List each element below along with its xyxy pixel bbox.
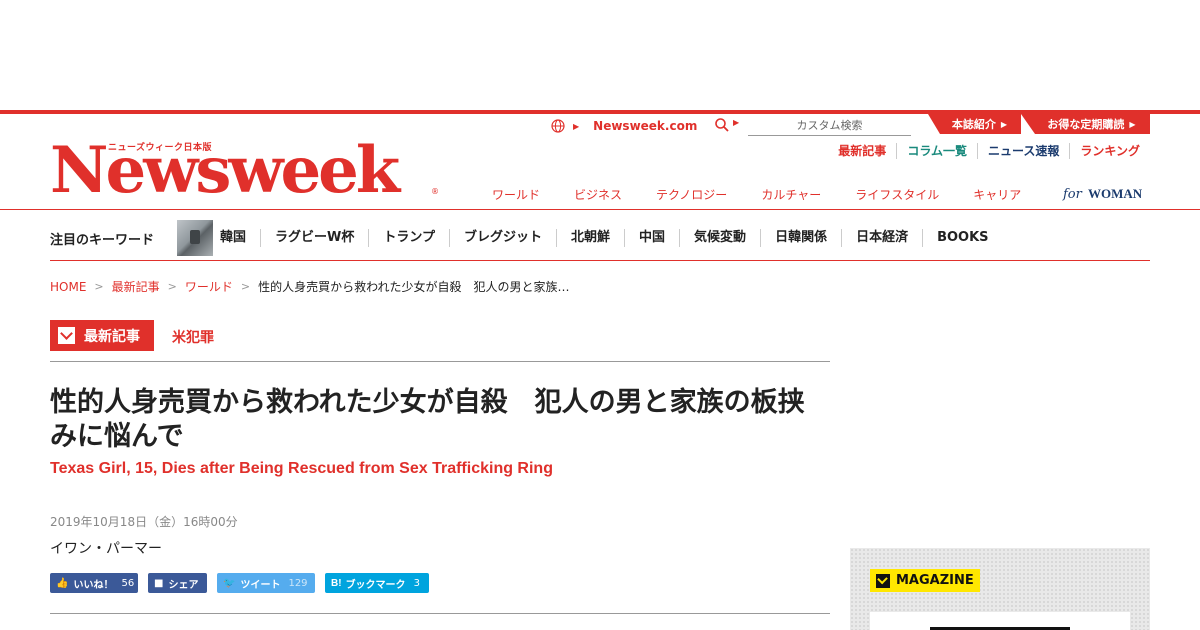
columns-link[interactable]: コラム一覧 — [896, 143, 977, 159]
tweet-button[interactable]: 🐦 ツイート 129 — [217, 573, 315, 593]
hatena-bookmark-button[interactable]: B! ブックマーク 3 — [325, 573, 429, 593]
article-headline: 性的人身売買から救われた少女が自殺 犯人の男と家族の板挟みに悩んで — [50, 387, 805, 452]
subscription-tab[interactable]: お得な定期購読 ▶ — [1021, 114, 1150, 134]
keyword-item[interactable]: 日本経済 — [842, 229, 924, 247]
category-culture[interactable]: カルチャー — [761, 186, 821, 203]
article-subtitle: Texas Girl, 15, Dies after Being Rescued… — [50, 460, 553, 477]
magazine-widget: MAGAZINE — [850, 548, 1150, 630]
magazine-label: MAGAZINE — [896, 573, 974, 588]
for-woman-link[interactable]: for WOMAN — [1063, 186, 1142, 202]
about-magazine-tab[interactable]: 本誌紹介 ▶ — [928, 114, 1021, 134]
breaking-news-link[interactable]: ニュース速報 — [976, 143, 1069, 159]
newsweek-com-label: Newsweek.com — [593, 119, 698, 133]
twitter-icon: 🐦 — [223, 577, 236, 589]
category-lifestyle[interactable]: ライフスタイル — [855, 186, 939, 203]
top-red-line — [0, 110, 1200, 114]
caret-right-icon: ▶ — [1000, 119, 1008, 129]
keyword-title: 注目のキーワード — [50, 232, 155, 248]
facebook-icon: ■ — [154, 577, 164, 589]
category-nav: ワールド ビジネス テクノロジー カルチャー ライフスタイル キャリア — [475, 186, 1038, 203]
about-magazine-label: 本誌紹介 — [951, 118, 996, 131]
breadcrumb: HOME > 最新記事 > ワールド > 性的人身売買から救われた少女が自殺 犯… — [50, 278, 570, 295]
magazine-cover[interactable] — [870, 612, 1130, 630]
keyword-thumbnail[interactable] — [177, 220, 214, 256]
article-share-divider — [50, 613, 830, 614]
search-input[interactable] — [748, 116, 911, 136]
keyword-item[interactable]: BOOKS — [923, 229, 1002, 247]
magazine-label-box[interactable]: MAGAZINE — [870, 569, 980, 592]
caret-right-icon: ▶ — [573, 121, 580, 131]
category-world[interactable]: ワールド — [492, 186, 540, 203]
facebook-share-button[interactable]: ■ シェア — [148, 573, 207, 593]
chevron-right-icon: > — [240, 280, 251, 293]
keyword-item[interactable]: 中国 — [625, 229, 681, 247]
article-author[interactable]: イワン・パーマー — [50, 538, 162, 558]
like-label: いいね！ — [73, 579, 114, 591]
facebook-like-button[interactable]: 👍 いいね！ 56 — [50, 573, 138, 593]
bookmark-count: 3 — [413, 577, 420, 589]
category-badge[interactable]: 最新記事 — [50, 320, 154, 351]
keyword-item[interactable]: トランプ — [369, 229, 450, 247]
ad-space — [0, 0, 1200, 110]
thumbs-up-icon: 👍 — [56, 577, 69, 589]
for-woman-for: for — [1063, 187, 1082, 202]
check-icon — [58, 327, 75, 344]
caret-right-icon: ▶ — [1129, 119, 1136, 129]
facebook-share-label: シェア — [168, 579, 199, 591]
category-technology[interactable]: テクノロジー — [656, 186, 727, 203]
keyword-bar: 注目のキーワード 韓国 ラグビーW杯 トランプ ブレグジット 北朝鮮 中国 気候… — [50, 216, 1150, 260]
subscription-label: お得な定期購読 — [1047, 118, 1125, 131]
keyword-item[interactable]: ラグビーW杯 — [261, 229, 370, 247]
search-icon[interactable] — [714, 117, 730, 133]
bookmark-label: ブックマーク — [345, 579, 406, 591]
chevron-right-icon: > — [167, 280, 177, 293]
for-woman-word: WOMAN — [1088, 186, 1143, 201]
keyword-item[interactable]: ブレグジット — [450, 229, 558, 247]
breadcrumb-latest[interactable]: 最新記事 — [112, 278, 160, 295]
tweet-count: 129 — [288, 577, 308, 589]
check-icon — [876, 573, 890, 588]
header-sublinks: 最新記事 コラム一覧 ニュース速報 ランキング — [828, 143, 1150, 159]
latest-articles-link[interactable]: 最新記事 — [828, 143, 896, 159]
category-career[interactable]: キャリア — [973, 186, 1021, 203]
ranking-link[interactable]: ランキング — [1069, 143, 1150, 159]
category-business[interactable]: ビジネス — [574, 186, 622, 203]
keyword-divider — [50, 260, 1150, 261]
like-count: 56 — [121, 577, 135, 589]
logo-registered: ® — [431, 187, 439, 196]
category-badge-label: 最新記事 — [84, 328, 140, 345]
article-date: 2019年10月18日（金）16時00分 — [50, 515, 238, 529]
keyword-item[interactable]: 北朝鮮 — [557, 229, 626, 247]
keyword-item[interactable]: 日韓関係 — [761, 229, 843, 247]
logo-wordmark: Newsweek — [50, 133, 400, 208]
chevron-right-icon: > — [94, 280, 104, 293]
keyword-item[interactable]: 気候変動 — [680, 229, 762, 247]
globe-icon — [551, 119, 565, 133]
caret-right-icon: ▶ — [733, 118, 740, 127]
newsweek-logo[interactable]: ニューズウィーク日本版 Newsweek ® — [50, 133, 439, 208]
breadcrumb-current: 性的人身売買から救われた少女が自殺 犯人の男と家族… — [258, 280, 570, 294]
hatena-icon: B! — [331, 577, 342, 589]
article-top-divider — [50, 361, 830, 362]
newsweek-com-link[interactable]: ▶ Newsweek.com — [551, 116, 697, 136]
header-divider — [0, 209, 1200, 210]
tweet-label: ツイート — [240, 579, 281, 591]
breadcrumb-home[interactable]: HOME — [50, 280, 86, 294]
breadcrumb-world[interactable]: ワールド — [185, 278, 233, 295]
keyword-item[interactable]: 韓国 — [220, 229, 262, 247]
article-tag[interactable]: 米犯罪 — [172, 327, 214, 347]
